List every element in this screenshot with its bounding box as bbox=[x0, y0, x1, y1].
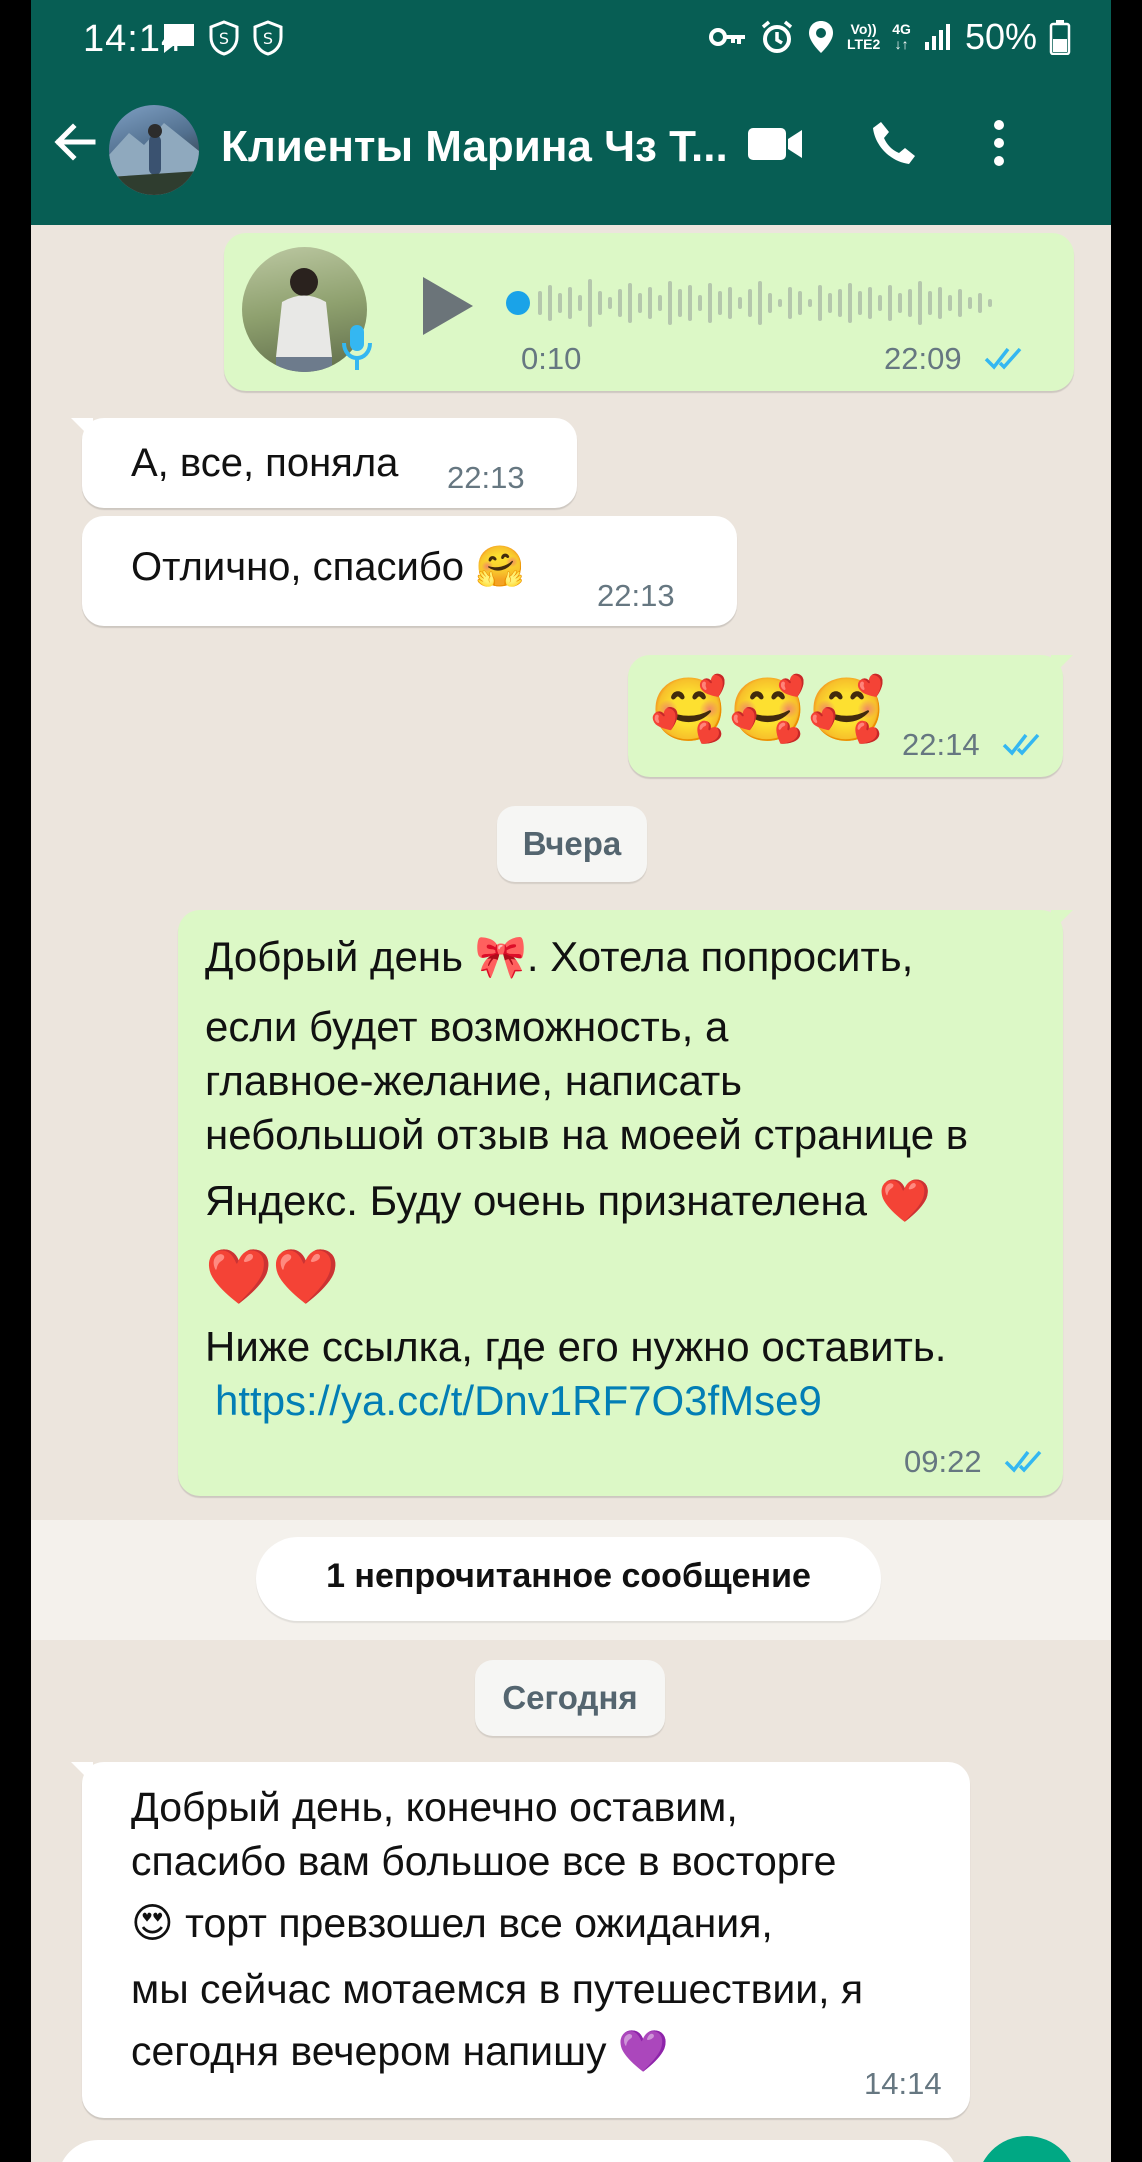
message-time: 22:14 bbox=[902, 727, 980, 762]
read-ticks-icon bbox=[1004, 1450, 1042, 1473]
unread-pill: 1 непрочитанное сообщение bbox=[256, 1537, 881, 1621]
incoming-message[interactable]: Добрый день, конечно оставим, спасибо ва… bbox=[82, 1762, 970, 2118]
net-type-indicator: 4G ↓↑ bbox=[892, 22, 911, 52]
contact-avatar[interactable] bbox=[109, 105, 199, 195]
read-ticks-icon bbox=[1002, 733, 1040, 756]
location-icon bbox=[809, 21, 834, 53]
phone-call-icon[interactable] bbox=[869, 118, 919, 168]
message-line: Добрый день 🎀. Хотела попросить, bbox=[205, 933, 914, 980]
message-line: Добрый день, конечно оставим, bbox=[131, 1784, 738, 1830]
play-icon[interactable] bbox=[417, 273, 477, 339]
send-voice-button[interactable] bbox=[977, 2136, 1077, 2162]
message-line: сегодня вечером напишу 💜 bbox=[131, 2028, 669, 2074]
incoming-message[interactable]: А, все, поняла 22:13 bbox=[82, 418, 577, 508]
message-line: мы сейчас мотаемся в путешествии, я bbox=[131, 1966, 864, 2012]
net-type-label: 4G bbox=[892, 21, 911, 37]
message-line: Ниже ссылка, где его нужно оставить. bbox=[205, 1323, 947, 1370]
outgoing-message[interactable]: 🥰🥰🥰 22:14 bbox=[628, 655, 1063, 777]
mic-icon bbox=[342, 325, 372, 370]
message-notification-icon bbox=[164, 24, 194, 53]
status-right: Vo)) LTE2 4G ↓↑ 50% bbox=[709, 16, 1071, 58]
voice-message-bubble[interactable]: 0:10 22:09 bbox=[224, 233, 1074, 391]
video-call-icon[interactable] bbox=[746, 124, 804, 164]
message-line: 😍 торт превзошел все ожидания, bbox=[131, 1900, 773, 1946]
key-icon bbox=[709, 28, 746, 46]
message-text: Отлично, спасибо 🤗 bbox=[131, 545, 525, 589]
signal-icon bbox=[924, 24, 950, 50]
back-arrow-icon[interactable] bbox=[49, 116, 101, 168]
outgoing-message[interactable]: Добрый день 🎀. Хотела попросить, если бу… bbox=[178, 910, 1063, 1496]
alarm-icon bbox=[761, 20, 793, 53]
updown-arrows: ↓↑ bbox=[894, 36, 909, 52]
battery-icon bbox=[1049, 20, 1071, 55]
voice-duration: 0:10 bbox=[521, 341, 582, 376]
message-line: Яндекс. Буду очень признателена ❤️ bbox=[205, 1177, 931, 1224]
shield-s-icon-2: S bbox=[253, 20, 283, 56]
message-line: небольшой отзыв на моеей странице в bbox=[205, 1111, 969, 1158]
shield-s-icon: S bbox=[209, 20, 239, 56]
battery-percent: 50% bbox=[964, 16, 1037, 57]
date-separator: Вчера bbox=[497, 806, 647, 882]
date-separator: Сегодня bbox=[475, 1660, 665, 1736]
message-input-bar[interactable] bbox=[58, 2140, 958, 2162]
message-time: 09:22 bbox=[904, 1444, 982, 1479]
message-line: если будет возможность, а bbox=[205, 1003, 729, 1050]
waveform[interactable] bbox=[504, 271, 1024, 335]
svg-text:S: S bbox=[219, 29, 229, 48]
chat-title[interactable]: Клиенты Марина Чз Т... bbox=[221, 122, 728, 172]
incoming-message[interactable]: Отлично, спасибо 🤗 22:13 bbox=[82, 516, 737, 626]
message-line: ❤️❤️ bbox=[205, 1247, 340, 1307]
voice-time: 22:09 bbox=[884, 341, 962, 376]
top-bar: 14:14 S S Vo)) LTE2 4G ↓↑ 50% Клиенты Ма… bbox=[31, 0, 1111, 225]
volte-indicator: Vo)) LTE2 bbox=[847, 22, 880, 52]
status-bar: 14:14 S S Vo)) LTE2 4G ↓↑ 50% bbox=[31, 0, 1111, 80]
unread-label: 1 непрочитанное сообщение bbox=[326, 1557, 811, 1595]
avatar-picture-icon bbox=[109, 123, 199, 195]
message-time: 22:13 bbox=[597, 578, 675, 613]
message-line: спасибо вам большое все в восторге bbox=[131, 1838, 837, 1884]
message-link[interactable]: https://ya.cc/t/Dnv1RF7O3fMse9 bbox=[215, 1378, 822, 1424]
message-time: 22:13 bbox=[447, 460, 525, 495]
message-emoji: 🥰🥰🥰 bbox=[650, 676, 888, 745]
chat-screen: 14:14 S S Vo)) LTE2 4G ↓↑ 50% Клиенты Ма… bbox=[31, 0, 1111, 2162]
message-text: А, все, поняла bbox=[131, 441, 399, 485]
message-time: 14:14 bbox=[864, 2066, 942, 2101]
message-line: главное-желание, написать bbox=[205, 1057, 743, 1104]
app-bar: Клиенты Марина Чз Т... bbox=[31, 80, 1111, 225]
read-ticks-icon bbox=[984, 347, 1022, 370]
volte-bottom: LTE2 bbox=[847, 36, 881, 52]
notification-icons: S S bbox=[161, 20, 285, 56]
more-options-icon[interactable] bbox=[991, 118, 1007, 168]
svg-text:S: S bbox=[263, 29, 273, 48]
volte-top: Vo)) bbox=[850, 21, 877, 37]
